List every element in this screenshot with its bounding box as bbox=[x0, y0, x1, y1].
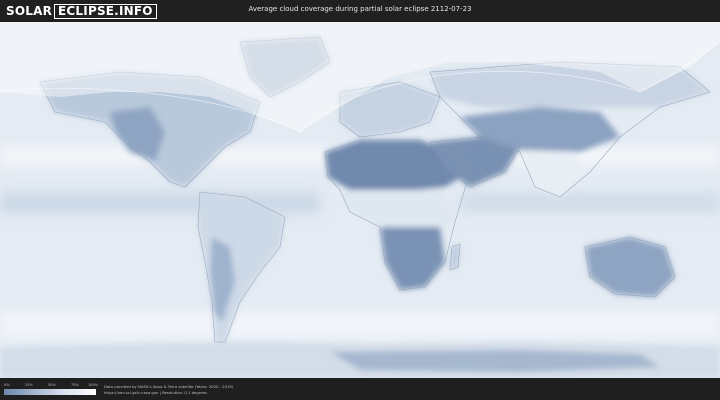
credits-line-url[interactable]: https://neo.sci.gsfc.nasa.gov | Resoluti… bbox=[104, 390, 233, 396]
region-antarctica-clear bbox=[330, 350, 660, 372]
data-credits: Data provided by NASA's Aqua & Terra sat… bbox=[104, 384, 233, 396]
legend-tick: 25% bbox=[25, 383, 33, 387]
page-title: Average cloud coverage during partial so… bbox=[248, 5, 472, 13]
site-logo[interactable]: SOLAR ECLIPSE.INFO bbox=[6, 3, 157, 19]
legend-tick: 75% bbox=[71, 383, 79, 387]
legend-tick: 0% bbox=[4, 383, 10, 387]
legend-tick: 50% bbox=[48, 383, 56, 387]
logo-text-eclipse-info: ECLIPSE.INFO bbox=[54, 3, 157, 19]
cloud-coverage-legend: 0% 25% 50% 75% 100% bbox=[4, 383, 99, 399]
legend-tick: 100% bbox=[88, 383, 99, 387]
cloud-coverage-map bbox=[0, 22, 720, 378]
logo-text-solar: SOLAR bbox=[6, 4, 53, 18]
header-bar: SOLAR ECLIPSE.INFO Average cloud coverag… bbox=[0, 0, 720, 22]
legend-color-bar bbox=[4, 389, 96, 395]
